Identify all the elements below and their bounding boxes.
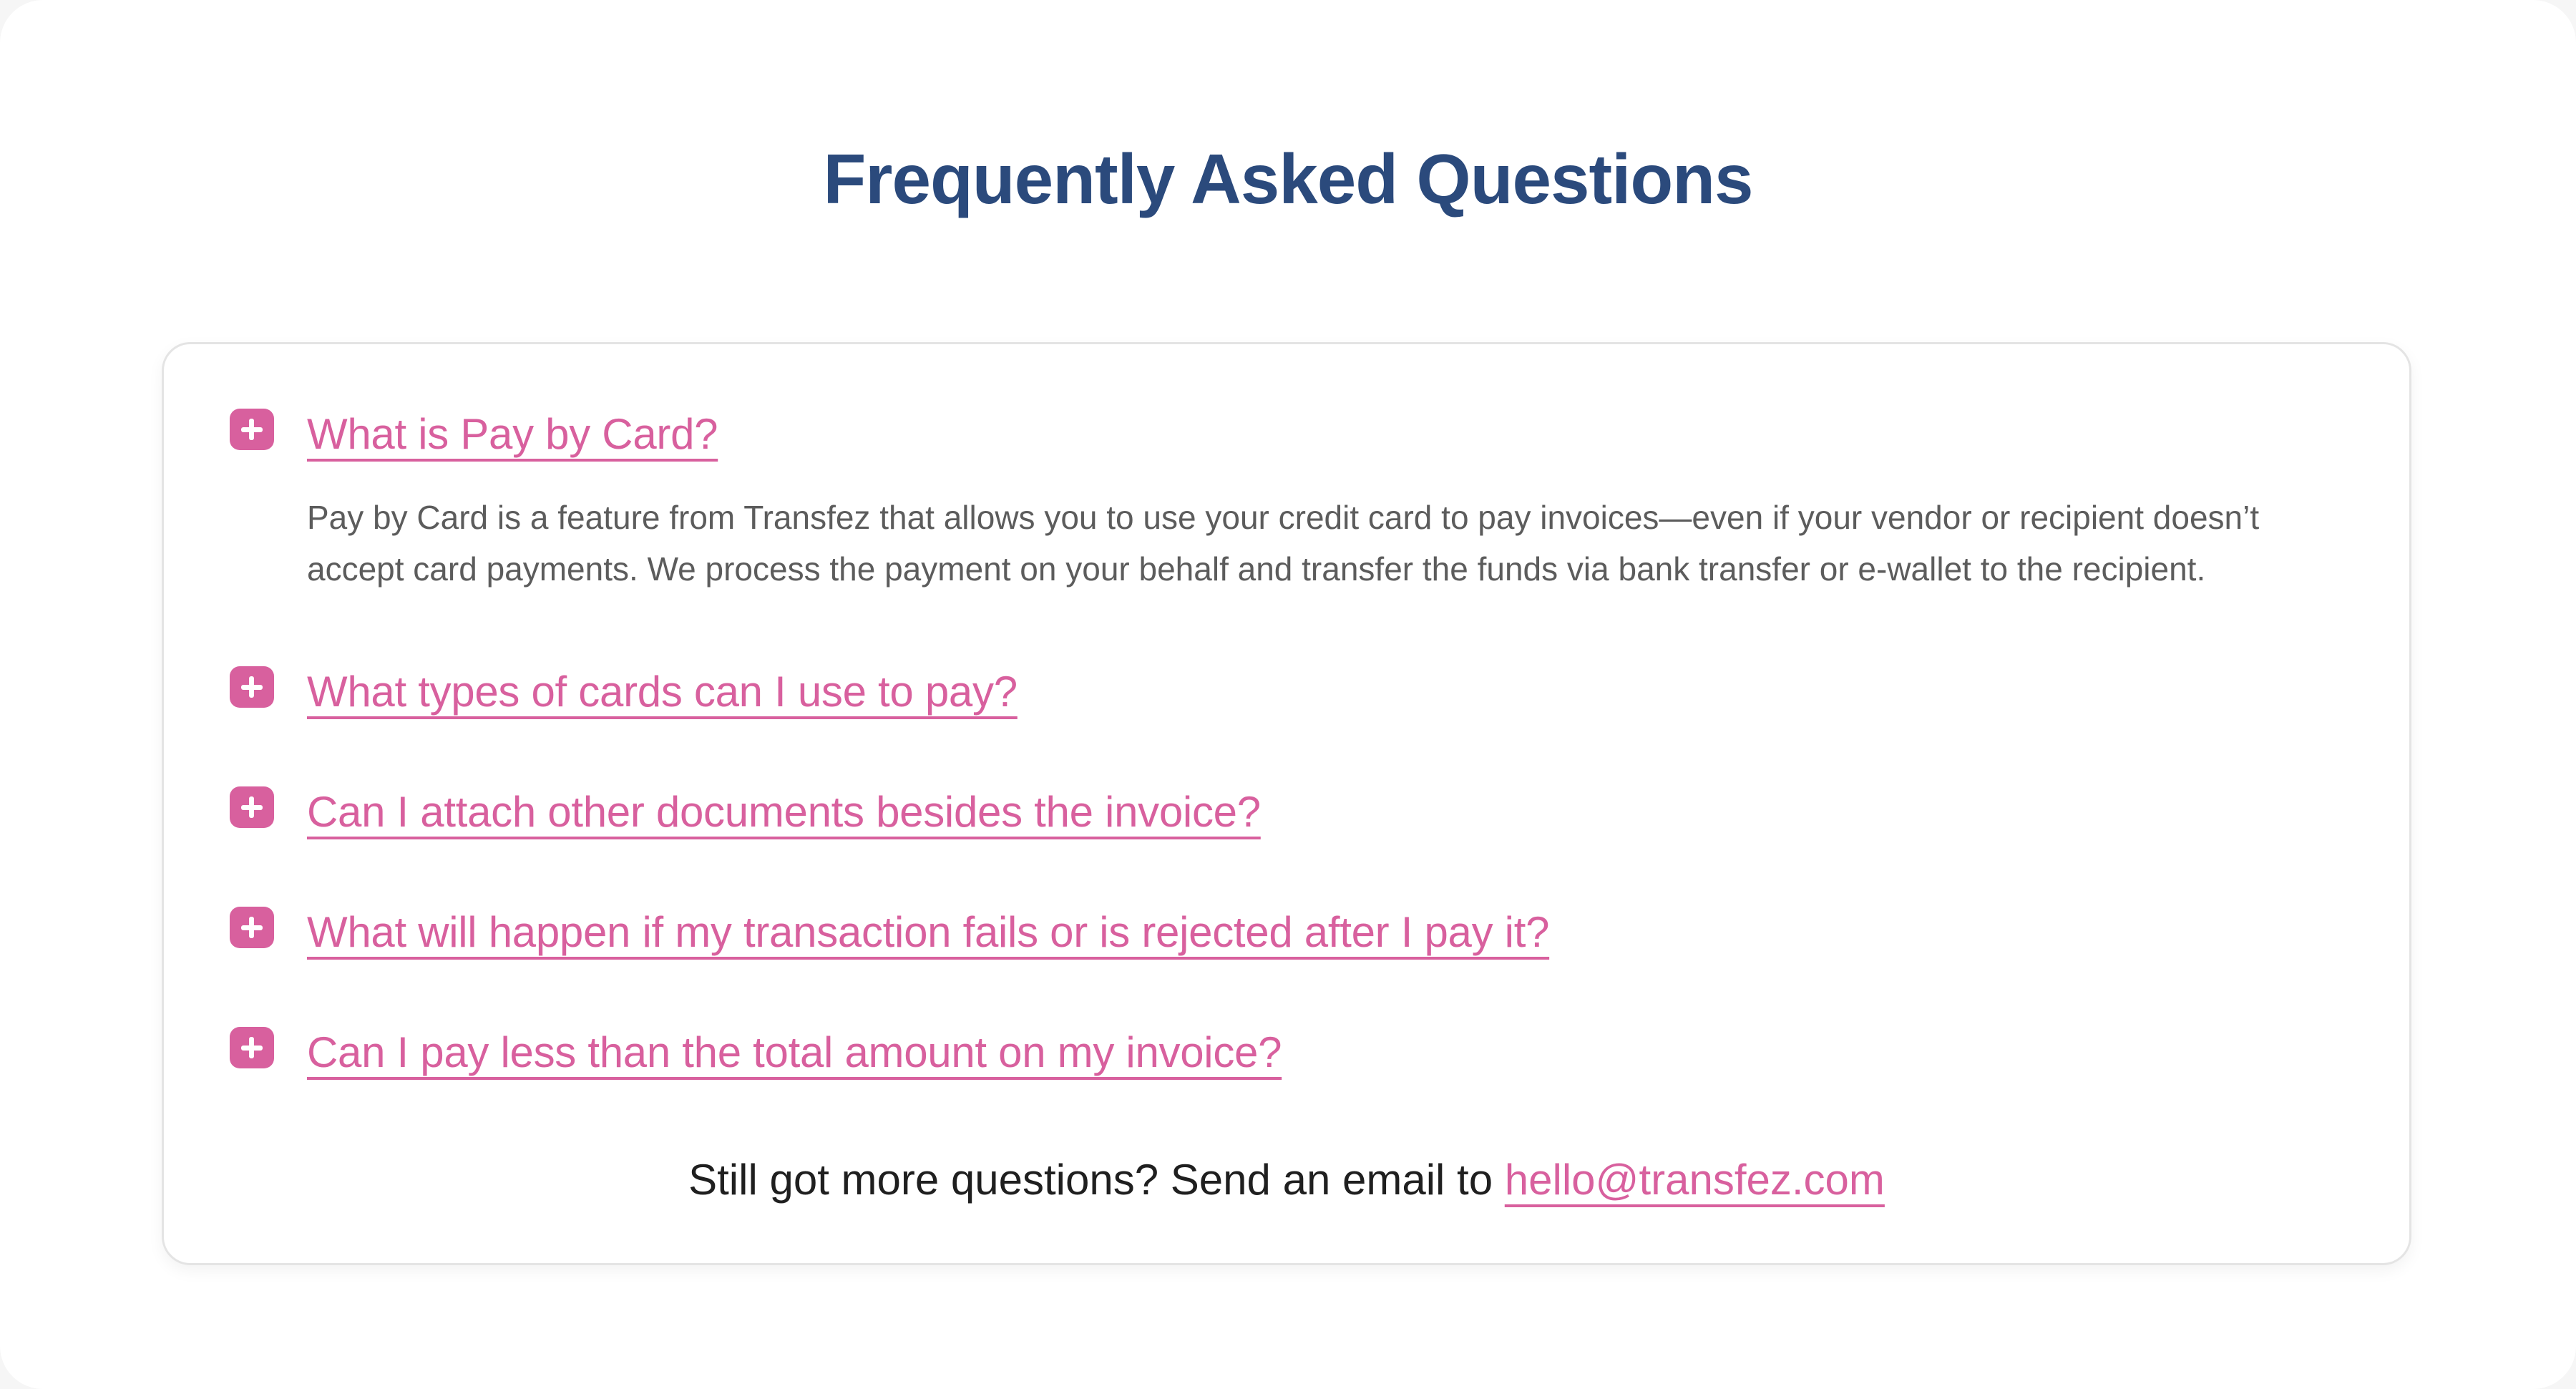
faq-answer: Pay by Card is a feature from Transfez t… (307, 499, 2260, 588)
contact-footer: Still got more questions? Send an email … (164, 1151, 2409, 1209)
faq-question[interactable]: Can I pay less than the total amount on … (307, 1024, 1282, 1081)
faq-item-card-types: What types of cards can I use to pay? (230, 666, 2343, 723)
faq-card: What is Pay by Card? Pay by Card is a fe… (162, 342, 2411, 1265)
faq-question[interactable]: What types of cards can I use to pay? (307, 663, 1018, 721)
faq-question[interactable]: What will happen if my transaction fails… (307, 904, 1549, 961)
faq-page: Frequently Asked Questions What is Pay b… (0, 0, 2576, 1389)
faq-item-attach-documents: Can I attach other documents besides the… (230, 786, 2343, 844)
plus-icon[interactable] (230, 409, 274, 450)
faq-item-pay-less: Can I pay less than the total amount on … (230, 1027, 2343, 1084)
faq-question[interactable]: What is Pay by Card? (307, 406, 718, 463)
faq-item-transaction-fails: What will happen if my transaction fails… (230, 907, 2343, 964)
contact-text: Still got more questions? Send an email … (688, 1156, 1505, 1204)
plus-icon[interactable] (230, 786, 274, 828)
faq-item-pay-by-card: What is Pay by Card? Pay by Card is a fe… (230, 409, 2343, 623)
plus-icon[interactable] (230, 666, 274, 708)
page-title: Frequently Asked Questions (823, 140, 1753, 218)
email-link[interactable]: hello@transfez.com (1505, 1156, 1885, 1204)
faq-question[interactable]: Can I attach other documents besides the… (307, 784, 1261, 841)
plus-icon[interactable] (230, 1027, 274, 1068)
plus-icon[interactable] (230, 907, 274, 948)
